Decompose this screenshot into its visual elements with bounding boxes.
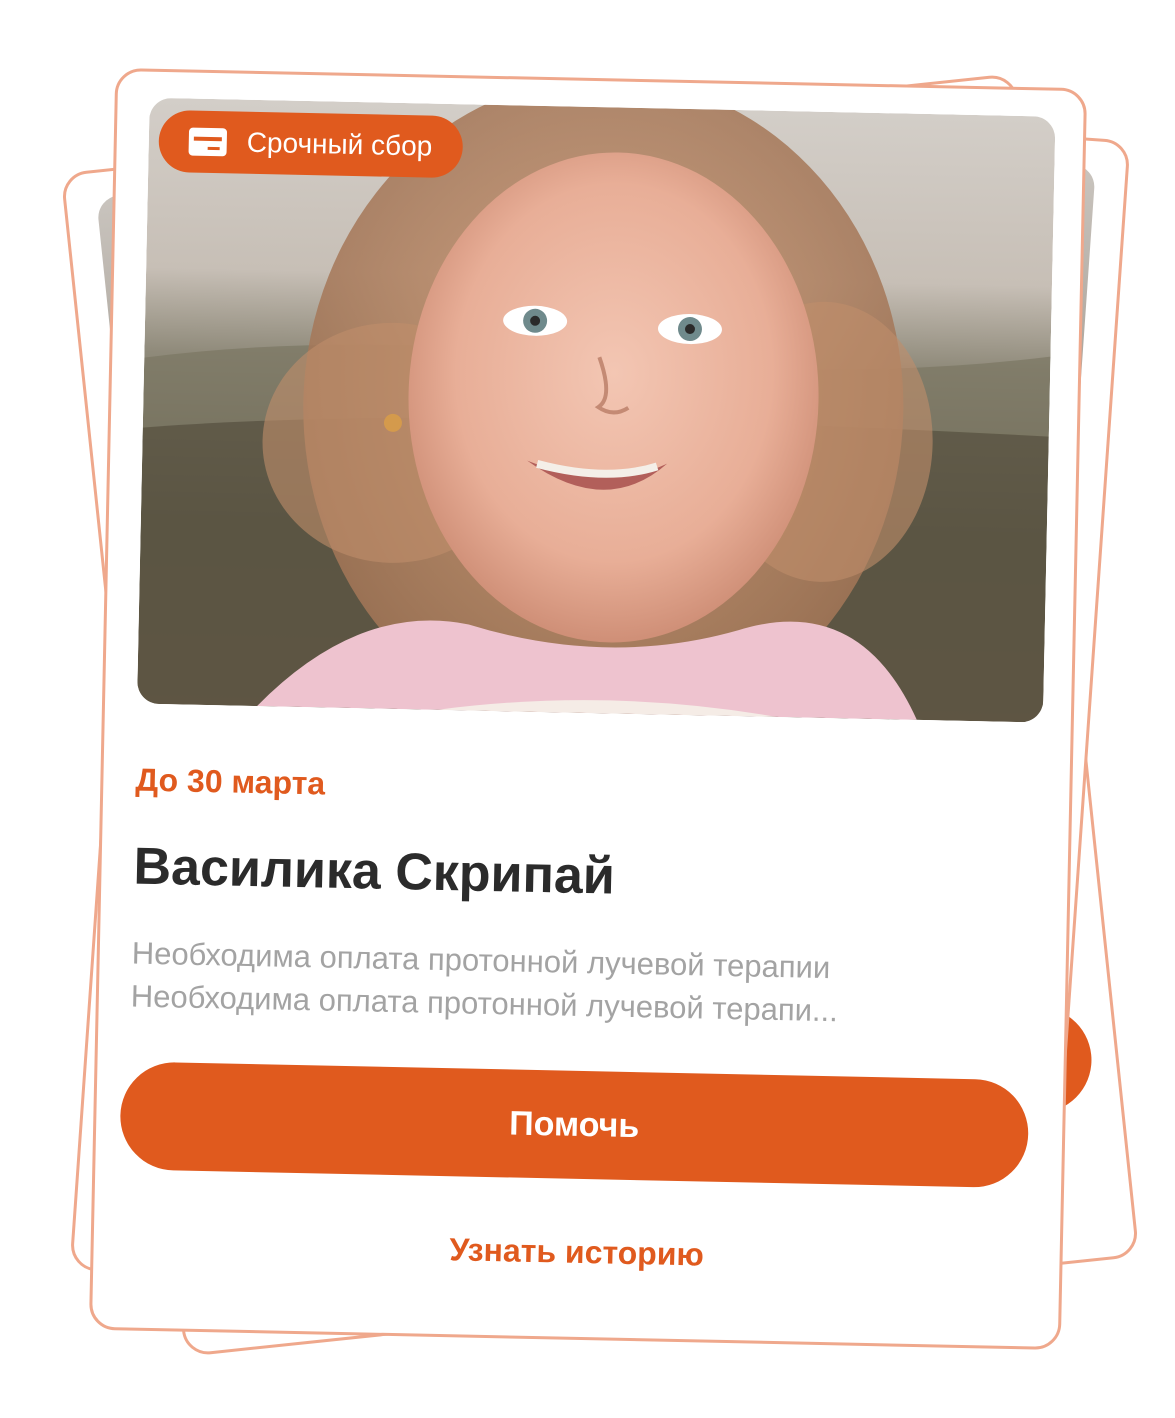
urgent-badge-label: Срочный сбор bbox=[246, 126, 433, 162]
description: Необходима оплата протонной лучевой тера… bbox=[130, 932, 1042, 1037]
help-button[interactable]: Помочь bbox=[119, 1061, 1030, 1189]
child-photo bbox=[137, 97, 1056, 723]
urgent-badge: Срочный сбор bbox=[158, 109, 463, 179]
child-name: Василика Скрипай bbox=[132, 837, 616, 906]
fundraiser-card: Срочный сбор До 30 марта Василика Скрипа… bbox=[88, 67, 1088, 1351]
card-icon bbox=[188, 127, 228, 157]
story-link[interactable]: Узнать историю bbox=[93, 1224, 1060, 1281]
deadline-date: До 30 марта bbox=[135, 761, 326, 802]
